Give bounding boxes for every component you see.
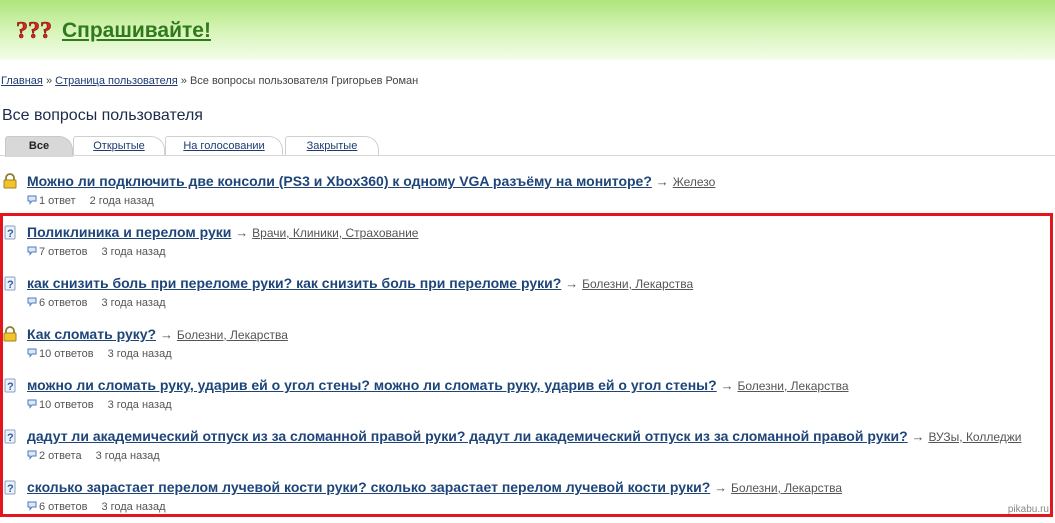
comment-bubble-icon xyxy=(27,297,37,310)
category-link[interactable]: Болезни, Лекарства xyxy=(731,481,842,495)
question-icon: ? xyxy=(2,479,18,495)
lock-icon xyxy=(2,173,18,189)
question-item: Как сломать руку? → Болезни, Лекарства 10… xyxy=(0,326,1050,370)
tab-all[interactable]: Все xyxy=(5,136,73,157)
question-line: Можно ли подключить две консоли (PS3 и X… xyxy=(27,173,715,189)
watermark: pikabu.ru xyxy=(1007,504,1049,515)
arrow-icon: → xyxy=(235,225,249,240)
question-time: 3 года назад xyxy=(101,297,166,309)
category-link[interactable]: Врачи, Клиники, Страхование xyxy=(252,226,418,240)
svg-text:?: ? xyxy=(7,228,14,240)
question-meta: 2 ответа 3 года назад xyxy=(27,450,160,463)
question-time: 2 года назад xyxy=(89,195,154,207)
question-title-link[interactable]: можно ли сломать руку, ударив ей о угол … xyxy=(27,377,717,393)
comment-bubble-icon xyxy=(27,501,37,514)
lock-icon xyxy=(2,326,18,342)
question-item: ? как снизить боль при переломе руки? как… xyxy=(0,275,1050,319)
question-time: 3 года назад xyxy=(95,450,160,462)
svg-text:?: ? xyxy=(7,381,14,393)
question-title-link[interactable]: Можно ли подключить две консоли (PS3 и X… xyxy=(27,173,652,189)
tab-voting[interactable]: На голосовании xyxy=(165,136,283,156)
question-title-link[interactable]: сколько зарастает перелом лучевой кости … xyxy=(27,479,710,495)
answers-count: 2 ответа xyxy=(39,450,82,462)
page-title: Все вопросы пользователя xyxy=(2,107,203,124)
question-title-link[interactable]: Как сломать руку? xyxy=(27,326,156,342)
comment-bubble-icon xyxy=(27,246,37,259)
answers-count: 6 ответов xyxy=(39,501,88,513)
category-link[interactable]: Болезни, Лекарства xyxy=(737,379,848,393)
question-meta: 10 ответов 3 года назад xyxy=(27,348,172,361)
arrow-icon: → xyxy=(159,327,173,342)
tabs-divider xyxy=(0,155,1055,156)
question-time: 3 года назад xyxy=(107,399,172,411)
answers-count: 10 ответов xyxy=(39,348,94,360)
question-title-link[interactable]: дадут ли академический отпуск из за слом… xyxy=(27,428,908,444)
question-item: ? сколько зарастает перелом лучевой кости… xyxy=(0,479,1050,523)
tab-closed[interactable]: Закрытые xyxy=(285,136,379,156)
question-time: 3 года назад xyxy=(101,246,166,258)
question-item: ? дадут ли академический отпуск из за сло… xyxy=(0,428,1050,472)
comment-bubble-icon xyxy=(27,399,37,412)
category-link[interactable]: Железо xyxy=(673,175,716,189)
tab-open[interactable]: Открытые xyxy=(73,136,165,156)
question-meta: 7 ответов 3 года назад xyxy=(27,246,166,259)
question-line: дадут ли академический отпуск из за слом… xyxy=(27,428,1022,444)
question-line: как снизить боль при переломе руки? как … xyxy=(27,275,693,291)
breadcrumb-current: Все вопросы пользователя Григорьев Роман xyxy=(189,75,419,87)
breadcrumb-separator: » xyxy=(45,75,53,87)
svg-text:???: ??? xyxy=(16,18,52,43)
question-meta: 1 ответ 2 года назад xyxy=(27,195,154,208)
question-line: Как сломать руку? → Болезни, Лекарства xyxy=(27,326,288,342)
arrow-icon: → xyxy=(911,429,925,444)
category-link[interactable]: Болезни, Лекарства xyxy=(582,277,693,291)
svg-text:?: ? xyxy=(7,432,14,444)
question-line: Поликлиника и перелом руки → Врачи, Клин… xyxy=(27,224,418,240)
question-icon: ? xyxy=(2,377,18,393)
question-item: Можно ли подключить две консоли (PS3 и X… xyxy=(0,173,1050,217)
answers-count: 7 ответов xyxy=(39,246,88,258)
question-item: ? можно ли сломать руку, ударив ей о угол… xyxy=(0,377,1050,421)
question-meta: 6 ответов 3 года назад xyxy=(27,297,166,310)
question-marks-logo-icon[interactable]: ??? xyxy=(16,17,56,48)
answers-count: 6 ответов xyxy=(39,297,88,309)
question-time: 3 года назад xyxy=(101,501,166,513)
question-meta: 10 ответов 3 года назад xyxy=(27,399,172,412)
question-line: сколько зарастает перелом лучевой кости … xyxy=(27,479,842,495)
breadcrumb-separator: » xyxy=(180,75,187,87)
category-link[interactable]: Болезни, Лекарства xyxy=(177,328,288,342)
site-title-link[interactable]: Спрашивайте! xyxy=(62,19,211,43)
answers-count: 10 ответов xyxy=(39,399,94,411)
site-header: ??? Спрашивайте! xyxy=(0,0,1055,60)
svg-text:?: ? xyxy=(7,483,14,495)
question-title-link[interactable]: как снизить боль при переломе руки? как … xyxy=(27,275,561,291)
comment-bubble-icon xyxy=(27,348,37,361)
breadcrumb: Главная » Страница пользователя » Все во… xyxy=(1,75,418,87)
breadcrumb-user-page-link[interactable]: Страница пользователя xyxy=(55,75,178,87)
question-time: 3 года назад xyxy=(107,348,172,360)
arrow-icon: → xyxy=(720,378,734,393)
question-icon: ? xyxy=(2,428,18,444)
category-link[interactable]: ВУЗы, Колледжи xyxy=(928,430,1021,444)
question-item: ? Поликлиника и перелом руки → Врачи, Кли… xyxy=(0,224,1050,268)
question-title-link[interactable]: Поликлиника и перелом руки xyxy=(27,224,231,240)
question-icon: ? xyxy=(2,275,18,291)
svg-text:?: ? xyxy=(7,279,14,291)
comment-bubble-icon xyxy=(27,450,37,463)
arrow-icon: → xyxy=(714,480,728,495)
breadcrumb-home-link[interactable]: Главная xyxy=(1,75,43,87)
comment-bubble-icon xyxy=(27,195,37,208)
arrow-icon: → xyxy=(565,276,579,291)
question-line: можно ли сломать руку, ударив ей о угол … xyxy=(27,377,849,393)
question-icon: ? xyxy=(2,224,18,240)
answers-count: 1 ответ xyxy=(39,195,76,207)
question-meta: 6 ответов 3 года назад xyxy=(27,501,166,514)
arrow-icon: → xyxy=(655,174,669,189)
